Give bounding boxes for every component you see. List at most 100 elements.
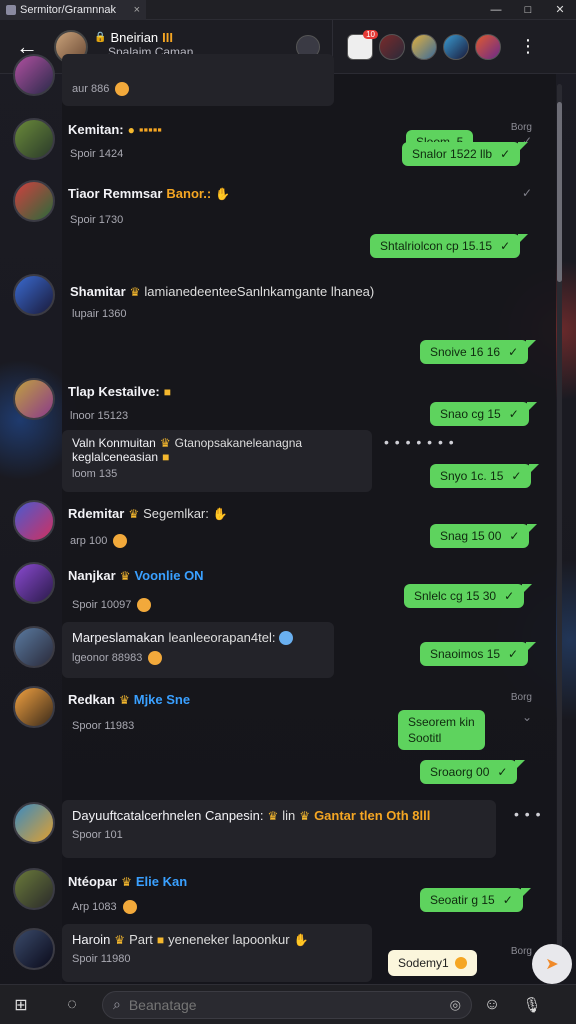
message-meta: lnoor 15123 xyxy=(70,410,129,422)
reply-bubble[interactable]: Snalor 1522 llb ✓ xyxy=(402,142,529,166)
reply-bubble[interactable]: Seoatir g 15 ✓ xyxy=(420,888,531,912)
sender-tag: Gantar tlen Oth 8lll xyxy=(314,808,431,823)
reply-bubble[interactable]: Snag 15 00 ✓ xyxy=(430,524,538,548)
avatar[interactable] xyxy=(13,378,55,420)
chevron-down-icon[interactable]: ⌄ xyxy=(522,710,532,724)
scrollbar[interactable] xyxy=(557,84,562,964)
hand-icon: ✋ xyxy=(293,932,309,947)
reply-text: Snoive 16 16 xyxy=(430,345,501,359)
more-options-icon[interactable]: ⋮ xyxy=(519,36,537,57)
badge-icon: ■ xyxy=(163,384,172,399)
message-card[interactable]: Valn Konmuitan ♛ Gtanopsakaneleanagna ke… xyxy=(62,430,372,492)
chat-area: aur 886 Sloom .5 ✓ Kemitan: ● ▪▪▪▪▪ Spoi… xyxy=(0,54,576,984)
check-icon: ✓ xyxy=(502,893,513,907)
browser-tab[interactable]: Sermitor/Gramnnak × xyxy=(0,0,146,20)
reply-text: Snlelc cg 15 30 xyxy=(414,589,497,603)
hand-icon: ✋ xyxy=(212,506,228,521)
recent-chat-avatar[interactable] xyxy=(443,33,469,60)
chat-title: Bneirian xyxy=(110,30,159,45)
recent-chat-avatar[interactable] xyxy=(475,33,501,60)
message-meta: Spoir 1730 xyxy=(70,214,124,226)
sender-name: Ntéopar xyxy=(68,874,118,889)
avatar[interactable] xyxy=(13,928,55,970)
emoji-icon xyxy=(122,900,137,914)
message-card[interactable]: Marpeslamakan leanleeorapan4tel: lgeonor… xyxy=(62,622,334,678)
reply-bubble[interactable]: Snoive 16 16 ✓ xyxy=(420,340,537,364)
avatar[interactable] xyxy=(13,802,55,844)
avatar[interactable] xyxy=(13,180,55,222)
badge-icon: ■ xyxy=(156,932,165,947)
avatar[interactable] xyxy=(13,626,55,668)
more-dots-icon[interactable]: • • • xyxy=(514,806,541,822)
avatar[interactable] xyxy=(13,868,55,910)
sender-name: Tlap Kestailve: xyxy=(68,384,160,399)
message-time: Borg xyxy=(510,946,532,957)
recent-chat-avatar[interactable] xyxy=(411,33,437,60)
message-meta: arp 100 xyxy=(70,535,108,547)
message-meta: lgeonor 88983 xyxy=(72,652,143,664)
sender-name: Marpeslamakan xyxy=(72,630,165,645)
check-icon: ✓ xyxy=(504,589,515,603)
read-check-icon: ✓ xyxy=(521,186,532,200)
minimize-button[interactable]: — xyxy=(480,0,512,20)
reply-bubble[interactable]: Snao cg 15 ✓ xyxy=(430,402,537,426)
emoji-icon xyxy=(115,82,130,96)
avatar[interactable] xyxy=(13,562,55,604)
message-text: yeneneker lapoonkur xyxy=(168,932,290,947)
chat-bubble-icon[interactable]: ◌ xyxy=(42,996,102,1014)
close-window-button[interactable]: ✕ xyxy=(544,0,576,20)
hand-icon: ✋ xyxy=(215,186,231,201)
close-tab-icon[interactable]: × xyxy=(134,4,140,16)
reply-bubble[interactable]: Shtalriolcon cp 15.15 ✓ xyxy=(370,234,529,258)
reaction-toast[interactable]: Sodemy1 xyxy=(388,950,477,976)
avatar[interactable] xyxy=(13,686,55,728)
reply-bubble[interactable]: Snyo 1c. 15 ✓ xyxy=(430,464,540,488)
maximize-button[interactable]: □ xyxy=(512,0,544,20)
reply-text-cont: Sootitl xyxy=(408,731,442,745)
message-card[interactable]: Haroin ♛ Part ■ yeneneker lapoonkur ✋ Sp… xyxy=(62,924,372,982)
sender-name: Kemitan: xyxy=(68,122,124,137)
emoji-icon xyxy=(113,534,128,548)
avatar[interactable] xyxy=(13,274,55,316)
attach-icon[interactable]: ◎ xyxy=(450,997,461,1013)
message-text: lin xyxy=(282,808,296,823)
emoji-icon xyxy=(279,630,294,645)
message-card[interactable]: aur 886 xyxy=(62,54,334,106)
reply-bubble[interactable]: Sseorem kin Sootitl xyxy=(398,710,485,750)
avatar[interactable] xyxy=(13,54,55,96)
sender-name: Dayuuftcatalcerhnelen Canpesin: xyxy=(72,808,264,823)
message-card[interactable]: Dayuuftcatalcerhnelen Canpesin: ♛ lin ♛ … xyxy=(62,800,496,858)
message-input[interactable] xyxy=(128,996,442,1013)
reply-text: Seoatir g 15 xyxy=(430,893,495,907)
emoji-icon: ■ xyxy=(162,450,170,464)
toast-text: Sodemy1 xyxy=(398,956,449,970)
emoji-picker-icon[interactable]: ☺ xyxy=(472,996,512,1014)
reply-bubble[interactable]: Sroaorg 00 ✓ xyxy=(420,760,526,784)
avatar[interactable] xyxy=(13,118,55,160)
reply-text: Snaoimos 15 xyxy=(430,647,501,661)
message-meta: loom 135 xyxy=(72,468,118,480)
crown-icon: ♛ xyxy=(119,568,131,583)
app-icon xyxy=(6,4,16,15)
microphone-icon[interactable]: 🎙 xyxy=(512,996,552,1014)
reply-text: Snyo 1c. 15 xyxy=(440,469,504,483)
reply-bubble[interactable]: Snaoimos 15 ✓ xyxy=(420,642,537,666)
recent-chat-avatar[interactable] xyxy=(379,33,405,60)
sender-tag: Voonlie ON xyxy=(134,568,204,583)
recent-chats-strip xyxy=(347,29,501,60)
scrollbar-thumb[interactable] xyxy=(557,102,562,282)
check-icon: ✓ xyxy=(508,345,519,359)
windows-icon[interactable]: ⊞ xyxy=(0,995,42,1015)
emoji-icon: ● xyxy=(127,122,135,137)
reply-bubble[interactable]: Snlelc cg 15 30 ✓ xyxy=(404,584,533,608)
sender-name: Nanjkar xyxy=(68,568,116,583)
crown-icon: ♛ xyxy=(128,506,140,521)
crown-icon: ♛ xyxy=(159,436,171,450)
avatar[interactable] xyxy=(13,500,55,542)
sender-tag: Elie Kan xyxy=(135,874,188,889)
check-icon: ✓ xyxy=(497,765,508,779)
message-text: lamianedeenteeSanlnkamgante lhanea) xyxy=(144,284,375,299)
scroll-down-button[interactable]: ➤ xyxy=(532,944,572,984)
search-icon: ⌕ xyxy=(113,996,121,1012)
notification-chat-icon[interactable] xyxy=(347,29,379,60)
